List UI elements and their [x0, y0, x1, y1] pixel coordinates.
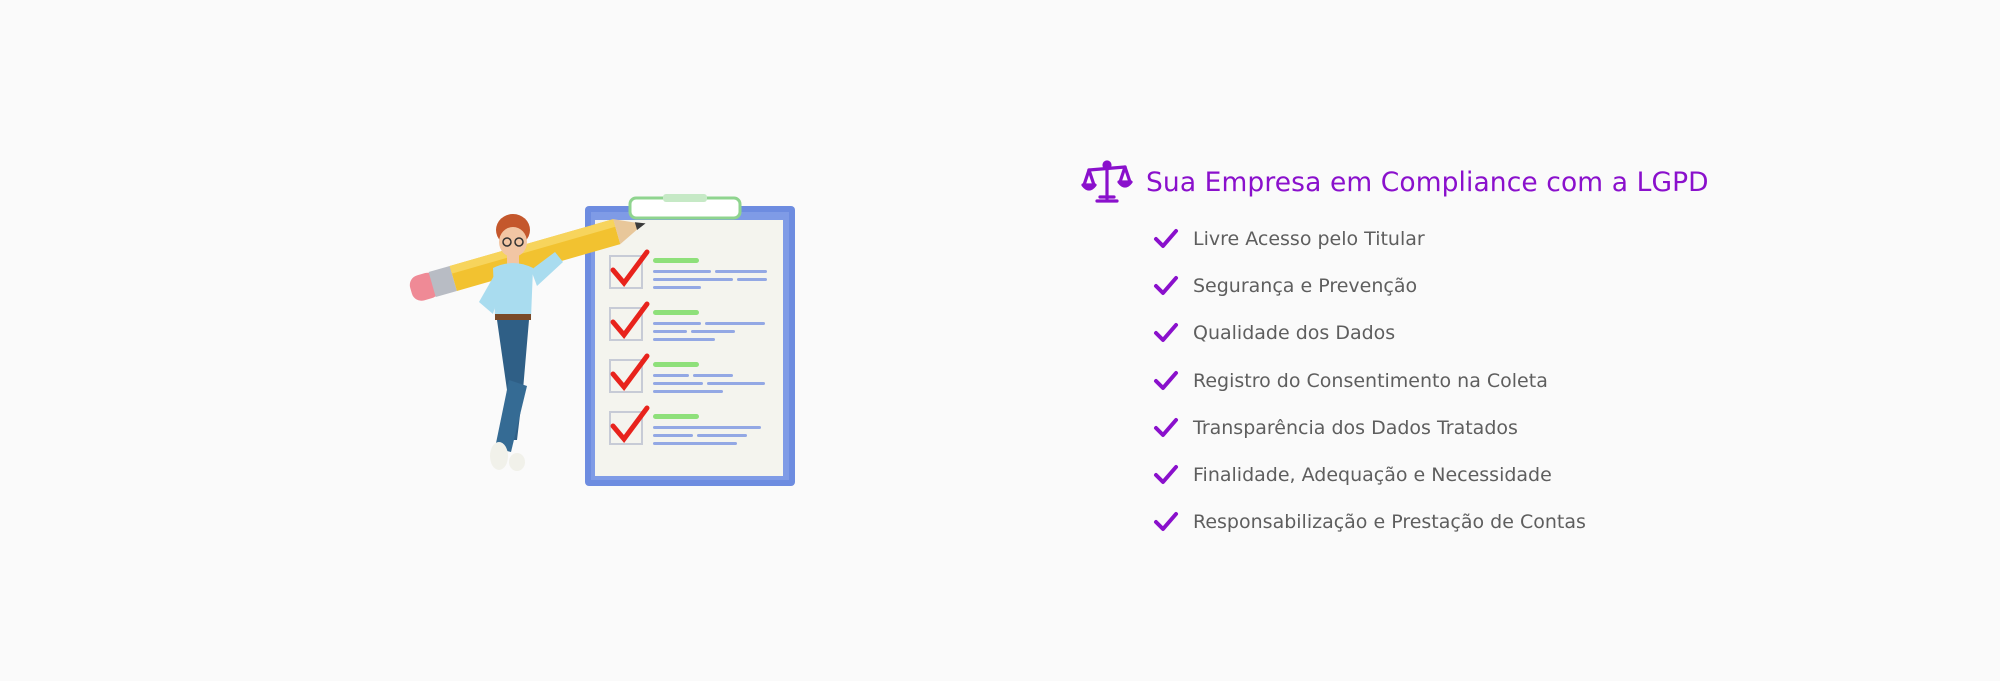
compliance-section: Sua Empresa em Compliance com a LGPD Liv… [1080, 155, 1940, 546]
list-item: Segurança e Prevenção [1153, 262, 1940, 309]
checkmark-icon [1153, 226, 1179, 252]
list-item-label: Finalidade, Adequação e Necessidade [1193, 464, 1552, 487]
list-item-label: Responsabilização e Prestação de Contas [1193, 511, 1586, 534]
page: Sua Empresa em Compliance com a LGPD Liv… [0, 0, 2000, 681]
list-item: Responsabilização e Prestação de Contas [1153, 499, 1940, 546]
list-item: Qualidade dos Dados [1153, 310, 1940, 357]
compliance-checklist: Livre Acesso pelo Titular Segurança e Pr… [1080, 215, 1940, 546]
list-item: Livre Acesso pelo Titular [1153, 215, 1940, 262]
list-item: Transparência dos Dados Tratados [1153, 404, 1940, 451]
list-item: Registro do Consentimento na Coleta [1153, 357, 1940, 404]
checklist-illustration [395, 190, 815, 500]
section-title: Sua Empresa em Compliance com a LGPD [1146, 166, 1709, 198]
checkmark-icon [1153, 320, 1179, 346]
checkmark-icon [1153, 273, 1179, 299]
checkmark-icon [1153, 509, 1179, 535]
list-item-label: Segurança e Prevenção [1193, 274, 1418, 297]
checkmark-icon [1153, 462, 1179, 488]
list-item-label: Qualidade dos Dados [1193, 322, 1396, 345]
list-item-label: Livre Acesso pelo Titular [1193, 227, 1425, 250]
title-row: Sua Empresa em Compliance com a LGPD [1080, 155, 1940, 209]
list-item-label: Transparência dos Dados Tratados [1193, 416, 1518, 439]
list-item-label: Registro do Consentimento na Coleta [1193, 369, 1548, 392]
list-item: Finalidade, Adequação e Necessidade [1153, 451, 1940, 498]
checkmark-icon [1153, 368, 1179, 394]
scale-of-justice-icon [1080, 155, 1134, 209]
checkmark-icon [1153, 415, 1179, 441]
